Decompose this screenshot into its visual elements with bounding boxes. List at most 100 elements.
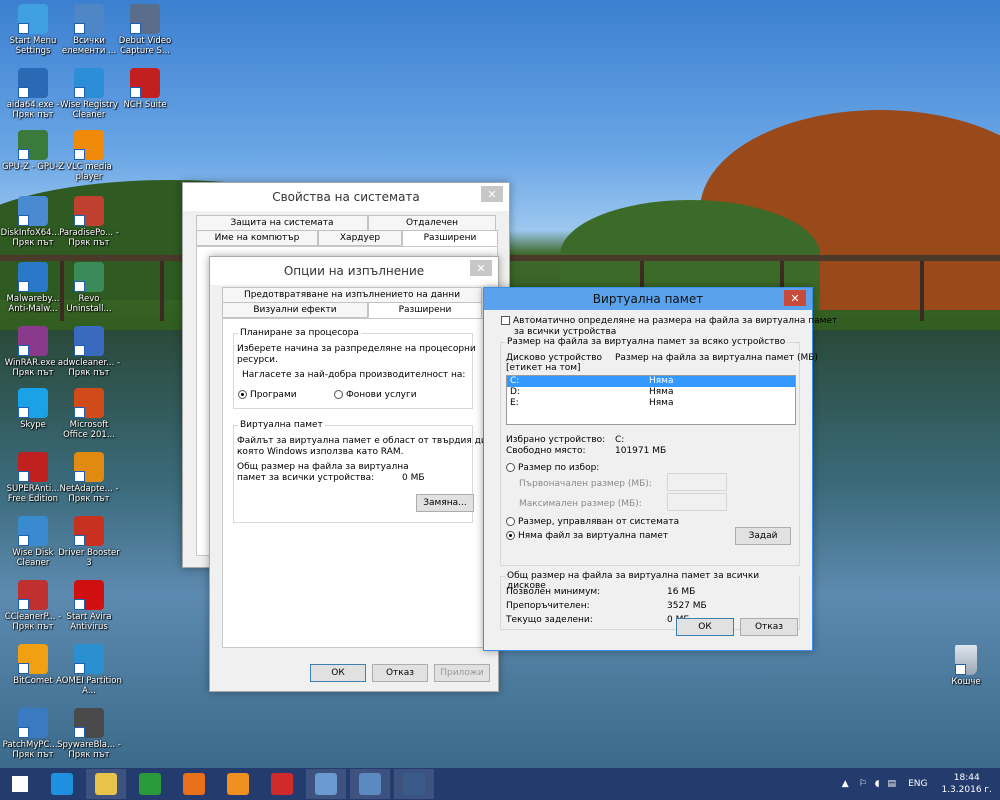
initial-size-input[interactable] [667,473,727,491]
close-button[interactable]: ✕ [784,290,806,306]
desktop-icon[interactable]: adwcleaner... - Пряк път [56,326,122,378]
vm-description: Файлът за виртуална памет е област от тв… [237,436,500,446]
taskbar-button[interactable] [218,769,258,799]
radio-indicator [506,517,515,526]
col-drive-header-cont: [етикет на том] [506,363,581,373]
system-tray: ▲ ⚐ ◖ ▤ ENG 18:44 1.3.2016 г. [842,768,1000,800]
performance-options-window: Опции на изпълнение ✕ Предотвратяване на… [209,256,500,692]
set-button[interactable]: Задай [735,527,791,545]
tab-advanced[interactable]: Разширени [368,302,482,318]
radio-background-services[interactable]: Фонови услуги [334,390,417,400]
vm-total-label: Общ размер на файла за виртуална [237,462,409,472]
settings-icon [18,4,48,34]
desktop-icon-label: SpywareBla... - Пряк път [57,740,121,760]
title-bar[interactable]: Опции на изпълнение ✕ [210,257,498,285]
radio-system-managed[interactable]: Размер, управляван от системата [506,517,679,527]
tab-label: Отдалечен [405,218,459,228]
desktop-icon[interactable]: NCH Suite [112,68,178,110]
desktop-icon[interactable]: ParadisePo... - Пряк път [56,196,122,248]
input-language[interactable]: ENG [908,779,927,789]
desktop-icon[interactable]: Microsoft Office 201... [56,388,122,440]
diskinfo-icon [18,196,48,226]
drive-row[interactable]: C: Няма [507,376,795,387]
taskbar-button[interactable] [130,769,170,799]
tab-system-protection[interactable]: Защита на системата [196,215,368,231]
desktop-icon-label: SUPERAnti... Free Edition [6,484,60,504]
taskbar: ▲ ⚐ ◖ ▤ ENG 18:44 1.3.2016 г. [0,768,1000,800]
auto-manage-checkbox[interactable]: Автоматично определяне на размера на фай… [501,316,837,326]
desktop-icon-label: Revo Uninstall... [66,294,112,314]
desktop-icon[interactable]: NetAdapte... - Пряк път [56,452,122,504]
taskbar-button[interactable] [2,769,38,799]
bitcomet-icon [18,644,48,674]
close-button[interactable]: ✕ [481,186,503,202]
taskbar-button[interactable] [174,769,214,799]
taskbar-button[interactable] [306,769,346,799]
apply-button[interactable]: Приложи [434,664,490,682]
title-bar[interactable]: Виртуална памет ✕ [484,288,812,310]
desktop-icon[interactable]: Driver Booster 3 [56,516,122,568]
cancel-button[interactable]: Отказ [372,664,428,682]
radio-programs[interactable]: Програми [238,390,297,400]
windows-start-icon [12,776,28,792]
free-space-label: Свободно място: [506,446,586,456]
tray-flag-icon[interactable]: ▤ [888,779,897,789]
desktop-icon[interactable]: SpywareBla... - Пряк път [56,708,122,760]
ok-button[interactable]: ОК [310,664,366,682]
drive-list[interactable]: C: Няма D: Няма E: Няма [506,375,796,425]
tab-computer-name[interactable]: Име на компютър [196,230,318,246]
clock[interactable]: 18:44 1.3.2016 г. [941,772,992,796]
desktop-icon-label: PatchMyPC... - Пряк път [2,740,64,760]
drive-row[interactable]: D: Няма [507,387,795,398]
max-size-input[interactable] [667,493,727,511]
tab-visual-effects[interactable]: Визуални ефекти [222,302,368,318]
col-drive-header: Дисково устройство [506,353,603,363]
tab-hardware[interactable]: Хардуер [318,230,402,246]
tab-advanced[interactable]: Разширени [402,230,498,246]
tab-label: Име на компютър [214,233,300,243]
close-button[interactable]: ✕ [470,260,492,276]
taskbar-button[interactable] [42,769,82,799]
per-drive-group: Размер на файла за виртуална памет за вс… [500,337,818,566]
radio-no-paging-file[interactable]: Няма файл за виртуална памет [506,531,668,541]
tab-remote[interactable]: Отдалечен [368,215,496,231]
recycle-bin[interactable]: Кошче [933,645,999,687]
cancel-button[interactable]: Отказ [740,618,798,636]
taskbar-button[interactable] [86,769,126,799]
tray-network-icon[interactable]: ⚐ [859,779,867,789]
desktop-icon[interactable]: AOMEI Partition A... [56,644,122,696]
adjust-label: Нагласете за най-добра производителност … [242,370,466,380]
radio-custom-size[interactable]: Размер по избор: [506,463,599,473]
change-button[interactable]: Замяна... [416,494,474,512]
winrar-icon [18,326,48,356]
desktop-icon-label: NCH Suite [123,100,167,110]
desktop-icon[interactable]: VLC media player [56,130,122,182]
desktop-icon[interactable]: Revo Uninstall... [56,262,122,314]
desktop-icon-label: BitComet [13,676,53,686]
netadapter-icon [74,452,104,482]
internet-explorer-icon [51,773,73,795]
desktop-icon-label: Microsoft Office 201... [63,420,115,440]
tray-arrow-icon[interactable]: ▲ [842,779,849,789]
bridge-pillar [160,261,164,321]
desktop-icon[interactable]: Start Avira Antivirus [56,580,122,632]
taskbar-button[interactable] [394,769,434,799]
ok-button[interactable]: ОК [676,618,734,636]
recommended-label: Препоръчителен: [506,601,590,611]
taskbar-button[interactable] [350,769,390,799]
virtual-memory-window: Виртуална памет ✕ Автоматично определяне… [483,287,837,651]
gpuz-icon [18,130,48,160]
drive-paging-size: Няма [649,376,674,386]
aomei-icon [74,644,104,674]
tab-data-execution-prevention[interactable]: Предотвратяване на изпълнението на данни [222,287,482,303]
vivaldi-icon [271,773,293,795]
drive-row[interactable]: E: Няма [507,398,795,409]
radio-label: Размер, управляван от системата [518,517,680,527]
desktop-icon[interactable]: Debut Video Capture S... [112,4,178,56]
tray-volume-icon[interactable]: ◖ [875,779,880,789]
title-bar[interactable]: Свойства на системата ✕ [183,183,509,211]
office-icon [74,388,104,418]
virtual-memory-group: Виртуална памет Файлът за виртуална паме… [233,420,500,523]
file-explorer-icon [95,773,117,795]
taskbar-button[interactable] [262,769,302,799]
